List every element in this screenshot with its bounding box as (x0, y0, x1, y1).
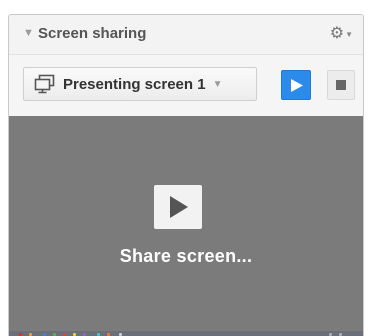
settings-menu-button[interactable]: ⚙ ▼ (330, 23, 353, 45)
sharing-toolbar: Presenting screen 1 ▼ (9, 55, 363, 116)
share-screen-label[interactable]: Share screen... (9, 246, 363, 267)
screen-select-dropdown[interactable]: Presenting screen 1 ▼ (23, 67, 257, 101)
screen-sharing-panel: ▼ Screen sharing ⚙ ▼ Presenting screen 1… (8, 14, 364, 336)
collapse-arrow-icon[interactable]: ▼ (23, 27, 34, 39)
play-icon (291, 79, 303, 92)
panel-header[interactable]: ▼ Screen sharing ⚙ ▼ (9, 15, 363, 55)
start-sharing-button[interactable] (281, 70, 311, 100)
monitor-icon (34, 74, 55, 94)
screen-preview: Share screen... (9, 116, 363, 336)
play-icon (170, 196, 188, 218)
stop-sharing-button[interactable] (327, 70, 355, 100)
stop-icon (336, 80, 346, 90)
panel-title: Screen sharing (38, 25, 147, 42)
preview-taskbar-thumbnail (9, 331, 363, 336)
gear-icon: ⚙ (329, 25, 345, 42)
share-screen-play-button[interactable] (154, 185, 202, 229)
chevron-down-icon: ▼ (212, 78, 223, 90)
chevron-down-icon: ▼ (345, 29, 353, 39)
screen-select-value: Presenting screen 1 (63, 75, 206, 93)
